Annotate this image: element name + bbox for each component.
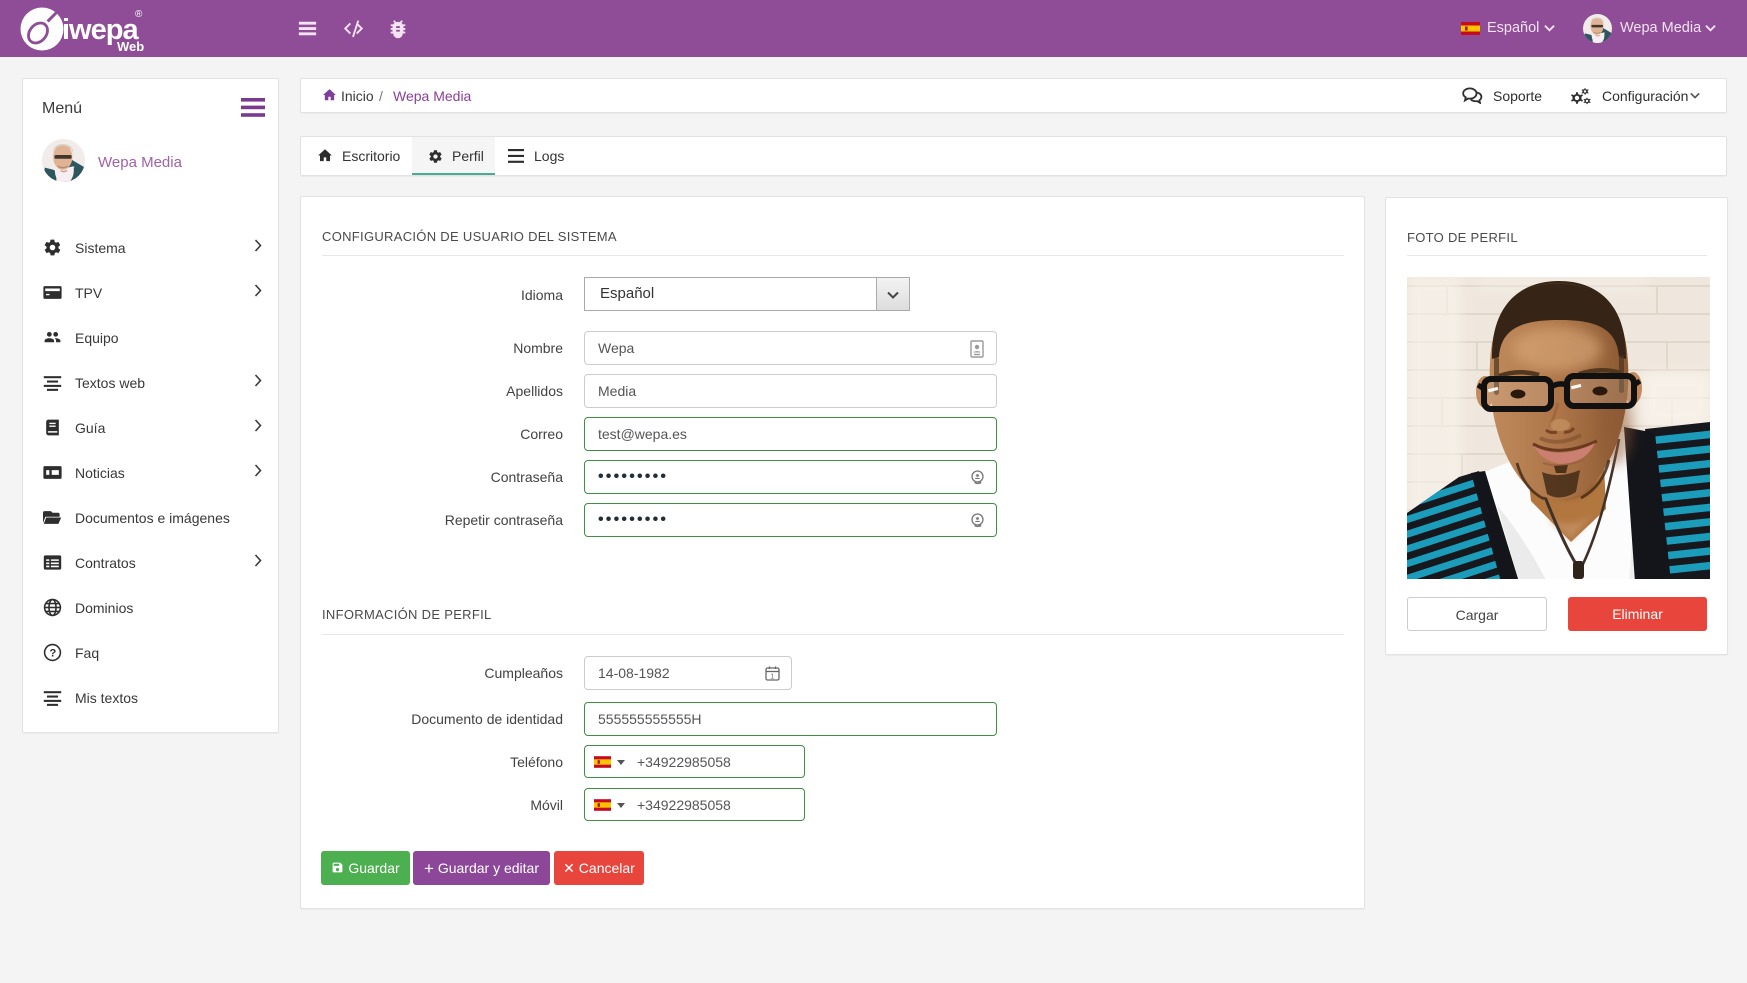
svg-text:?: ? xyxy=(49,647,56,659)
svg-text:®: ® xyxy=(135,9,143,20)
svg-text:1: 1 xyxy=(770,674,774,681)
svg-text:Web: Web xyxy=(117,39,144,53)
